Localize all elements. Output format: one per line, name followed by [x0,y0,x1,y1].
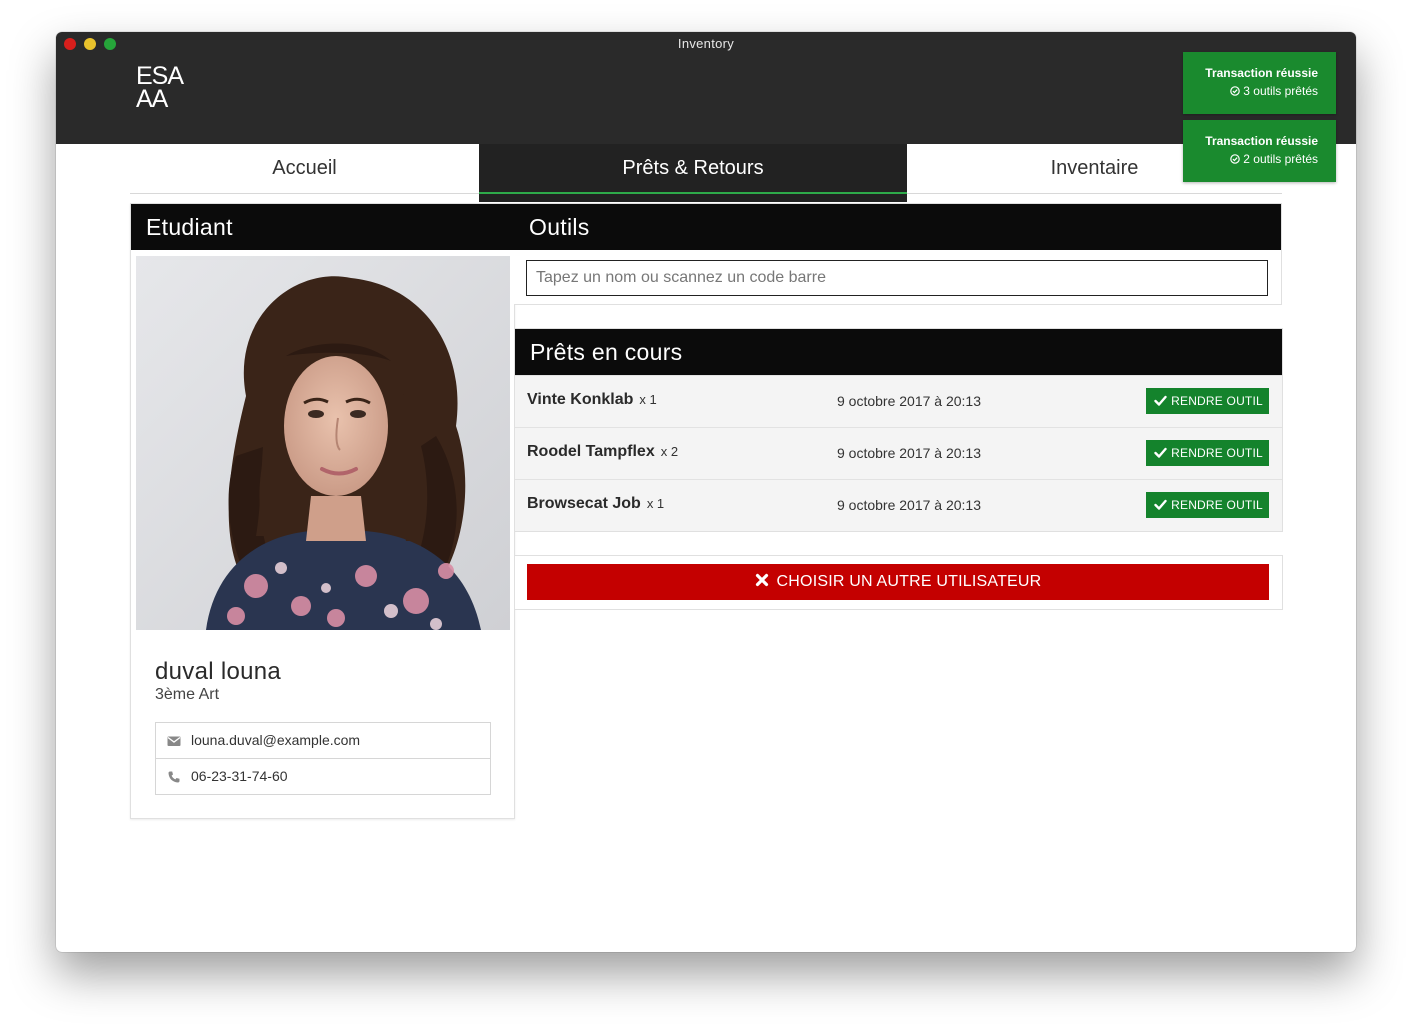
close-icon [755,574,768,587]
loan-item-name: Browsecat Job [527,495,641,512]
current-loans-title: Prêts en cours [515,329,1282,375]
loan-item-name-wrap: Vinte Konklab x 1 [527,391,657,409]
loan-date: 9 octobre 2017 à 20:13 [837,445,982,461]
loan-row: Browsecat Job x 1 9 octobre 2017 à 20:13 … [515,479,1282,531]
toast-title: Transaction réussie [1205,66,1318,80]
envelope-icon [167,736,181,746]
loan-item-name: Roodel Tampflex [527,443,655,460]
student-email-row: louna.duval@example.com [156,723,490,758]
tools-panel: Outils [514,203,1282,305]
tab-prets-retours[interactable]: Prêts & Retours [479,144,907,202]
tool-search-input[interactable] [527,261,1267,295]
return-tool-button[interactable]: RENDRE OUTIL [1146,388,1269,414]
check-circle-icon [1230,154,1241,164]
check-icon [1154,500,1167,511]
toast-message-wrap: 2 outils prêtés [1183,152,1318,166]
return-tool-button[interactable]: RENDRE OUTIL [1146,492,1269,518]
success-toast[interactable]: Transaction réussie 3 outils prêtés [1183,52,1336,114]
choose-other-user-button[interactable]: CHOISIR UN AUTRE UTILISATEUR [527,564,1269,600]
esaaa-logo[interactable]: ESA AA [136,64,184,113]
tools-panel-title: Outils [514,204,1281,250]
student-panel-title: Etudiant [131,204,514,250]
student-phone-row: 06-23-31-74-60 [156,758,490,794]
student-card: Etudiant duval louna 3ème Art louna.duva… [130,203,515,819]
window-title: Inventory [677,36,735,51]
student-phone[interactable]: 06-23-31-74-60 [191,768,288,784]
loan-item-name: Vinte Konklab [527,391,634,408]
phone-icon [168,771,180,783]
tool-search-box [526,260,1268,296]
toast-message: 3 outils prêtés [1243,84,1318,98]
check-circle-icon [1230,86,1241,96]
return-tool-button[interactable]: RENDRE OUTIL [1146,440,1269,466]
student-contact-list: louna.duval@example.com 06-23-31-74-60 [155,722,491,795]
logo-line-2: AA [136,85,168,113]
app-header: Inventory ESA AA [56,32,1356,144]
loan-item-name-wrap: Browsecat Job x 1 [527,495,664,513]
main-nav: Accueil Prêts & Retours Inventaire [130,144,1282,202]
student-portrait-image [136,256,510,630]
return-tool-label: RENDRE OUTIL [1171,394,1263,408]
return-tool-label: RENDRE OUTIL [1171,446,1263,460]
toast-title: Transaction réussie [1205,134,1318,148]
loan-item-qty: x 1 [646,496,665,511]
loan-item-name-wrap: Roodel Tampflex x 2 [527,443,678,461]
choose-user-panel: CHOISIR UN AUTRE UTILISATEUR [514,555,1283,610]
check-icon [1154,448,1167,459]
student-class: 3ème Art [155,686,220,703]
loan-item-qty: x 2 [660,444,679,459]
toast-message: 2 outils prêtés [1243,152,1318,166]
loan-date: 9 octobre 2017 à 20:13 [837,497,982,513]
loan-date: 9 octobre 2017 à 20:13 [837,393,982,409]
current-loans-panel: Prêts en cours Vinte Konklab x 1 9 octobr… [514,328,1283,532]
student-photo [136,256,510,630]
loan-row: Roodel Tampflex x 2 9 octobre 2017 à 20:1… [515,427,1282,479]
loan-item-qty: x 1 [639,392,657,407]
student-name: duval louna [155,658,282,685]
choose-other-user-label: CHOISIR UN AUTRE UTILISATEUR [776,573,1042,590]
check-icon [1154,396,1167,407]
loan-row: Vinte Konklab x 1 9 octobre 2017 à 20:13 … [515,375,1282,427]
app-window: Inventory ESA AA Accueil Prêts & Retours… [56,32,1356,952]
success-toast[interactable]: Transaction réussie 2 outils prêtés [1183,120,1336,182]
student-email[interactable]: louna.duval@example.com [191,732,360,748]
toast-message-wrap: 3 outils prêtés [1183,84,1318,98]
tab-accueil[interactable]: Accueil [130,144,479,194]
return-tool-label: RENDRE OUTIL [1171,498,1263,512]
